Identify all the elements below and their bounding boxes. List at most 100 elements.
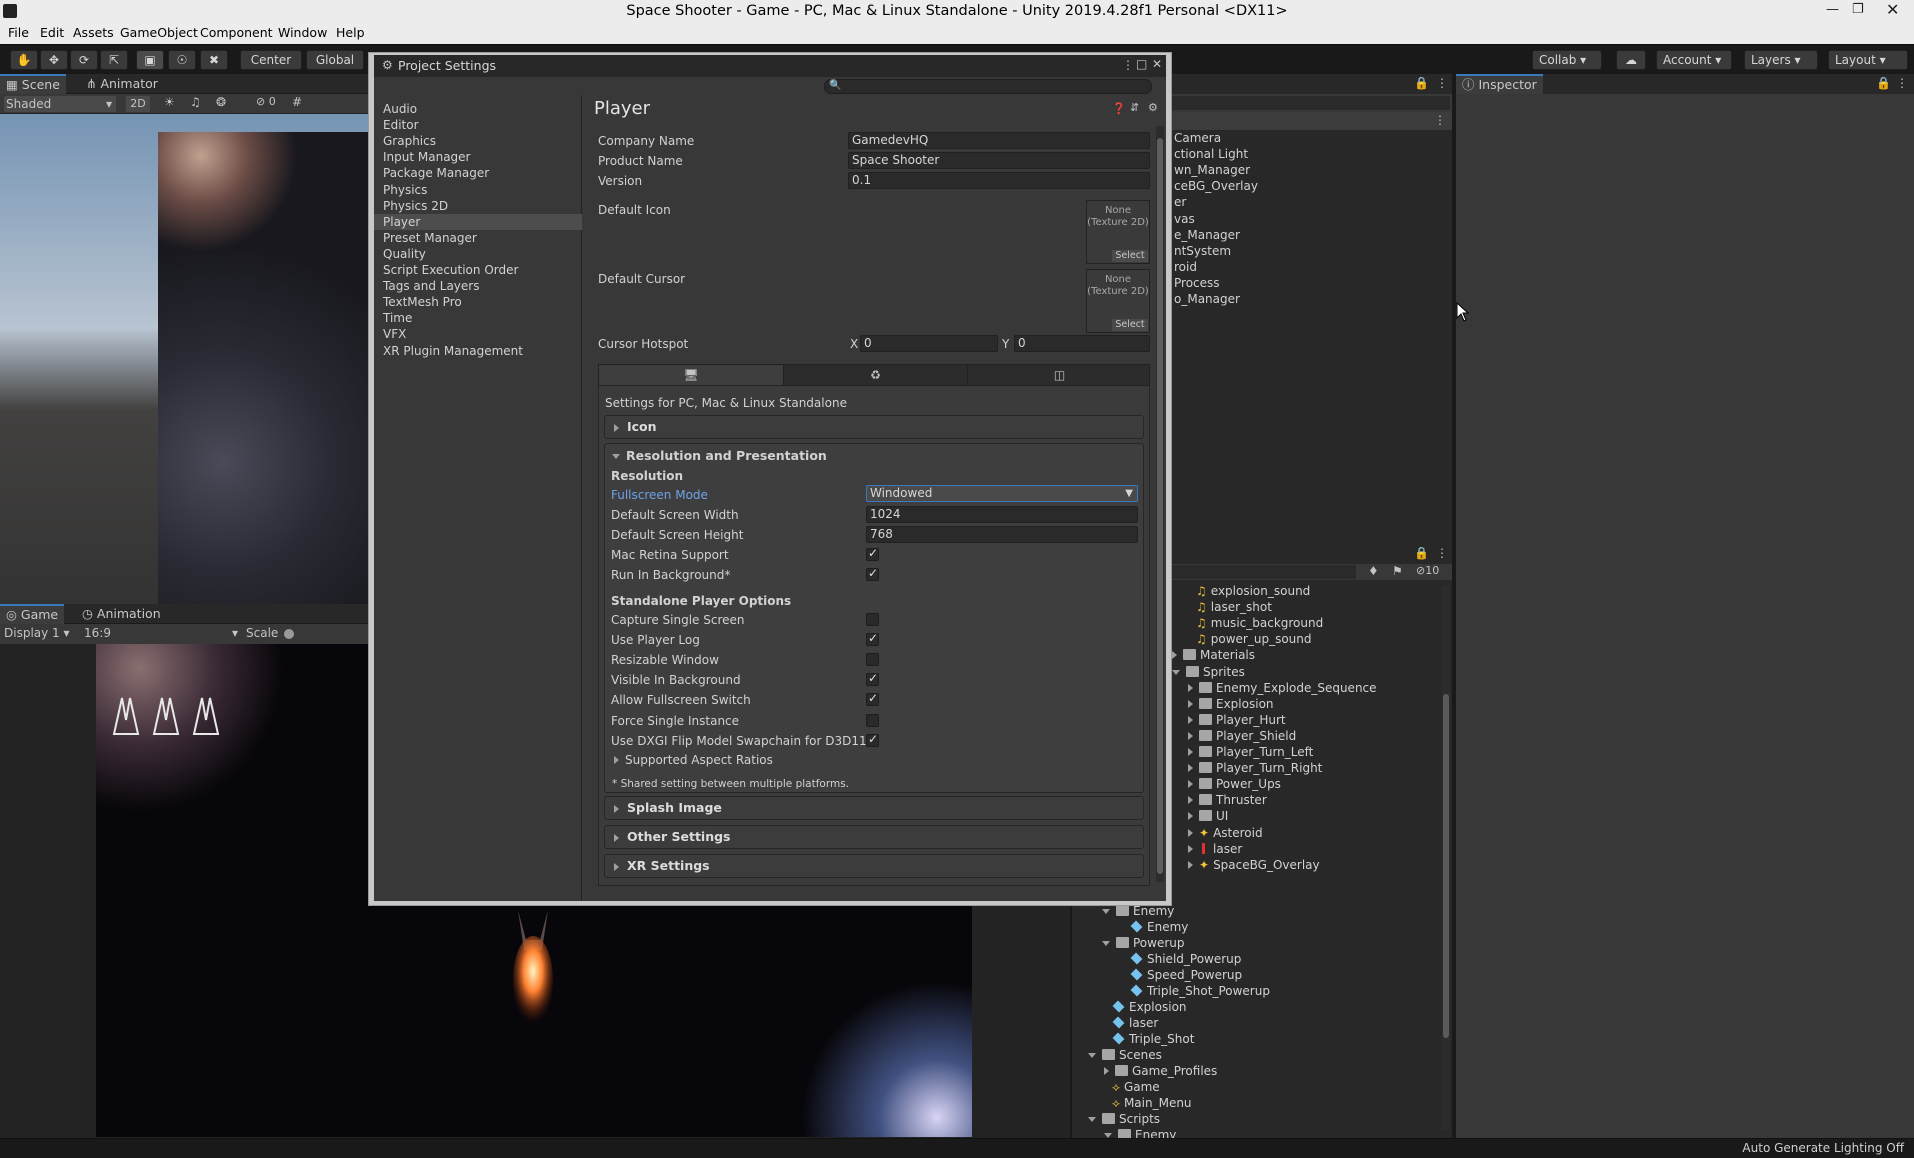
project-item[interactable]: Game_Profiles — [1104, 1063, 1217, 1079]
settings-category-vfx[interactable]: VFX — [383, 326, 406, 342]
kebab-menu-icon[interactable]: ⋮ — [1122, 58, 1134, 72]
hotspot-x-field[interactable]: 0 — [860, 335, 998, 352]
project-item[interactable]: ⟡ Game — [1112, 1079, 1160, 1095]
project-item[interactable]: laser — [1112, 1015, 1158, 1031]
icon-section-foldout[interactable]: Icon — [604, 415, 1144, 439]
custom-tool-icon[interactable]: ✖ — [200, 50, 228, 70]
standalone-option-checkbox[interactable] — [866, 613, 879, 626]
menu-help[interactable]: Help — [336, 25, 365, 40]
tab-pc-platform[interactable]: 🖥 — [599, 365, 783, 385]
hierarchy-item[interactable]: roid — [1174, 259, 1197, 275]
hierarchy-item[interactable]: Camera — [1174, 130, 1221, 146]
rotate-tool-icon[interactable]: ⟳ — [70, 50, 98, 70]
project-item[interactable]: Player_Turn_Right — [1188, 760, 1322, 776]
menu-component[interactable]: Component — [200, 25, 273, 40]
settings-category-textmesh-pro[interactable]: TextMesh Pro — [383, 294, 462, 310]
tab-scene[interactable]: ▦ Scene — [0, 74, 66, 94]
tab-animation[interactable]: ◷ Animation — [76, 604, 167, 624]
settings-category-preset-manager[interactable]: Preset Manager — [383, 230, 477, 246]
hotspot-y-field[interactable]: 0 — [1014, 335, 1150, 352]
supported-aspect-ratios-foldout[interactable]: Supported Aspect Ratios — [614, 752, 773, 768]
tab-game[interactable]: ◎ Game — [0, 604, 65, 624]
project-item[interactable]: Thruster — [1188, 792, 1267, 808]
settings-gear-icon[interactable]: ⚙ — [1148, 101, 1158, 114]
search-by-label-icon[interactable]: ⚑ — [1392, 564, 1403, 578]
project-item[interactable]: ⟡ Main_Menu — [1112, 1095, 1192, 1111]
collab-button[interactable]: Collab ▾ — [1532, 50, 1602, 70]
menu-assets[interactable]: Assets — [73, 25, 114, 40]
project-item[interactable]: Scenes — [1088, 1047, 1162, 1063]
close-window-icon[interactable]: ✕ — [1152, 57, 1162, 71]
hierarchy-item[interactable]: vas — [1174, 211, 1195, 227]
menu-window[interactable]: Window — [278, 25, 327, 40]
mac-retina-checkbox[interactable] — [866, 546, 879, 561]
tab-webgl-platform[interactable]: ◫ — [967, 365, 1151, 385]
hierarchy-item[interactable]: ctional Light — [1174, 146, 1248, 162]
transform-tool-icon[interactable]: ☉ — [168, 50, 196, 70]
other-settings-foldout[interactable]: Other Settings — [604, 825, 1144, 849]
hierarchy-item[interactable]: Process — [1174, 275, 1220, 291]
hierarchy-item[interactable]: e_Manager — [1174, 227, 1240, 243]
project-item[interactable]: Explosion — [1188, 696, 1274, 712]
project-item[interactable]: Enemy_Explode_Sequence — [1188, 680, 1377, 696]
settings-category-input-manager[interactable]: Input Manager — [383, 149, 471, 165]
default-icon-slot[interactable]: None (Texture 2D) Select — [1086, 200, 1150, 264]
project-item[interactable]: Player_Shield — [1188, 728, 1296, 744]
hand-tool-icon[interactable]: ✋ — [10, 50, 38, 70]
project-item[interactable]: ✦ SpaceBG_Overlay — [1188, 857, 1320, 873]
project-item[interactable]: ♫ music_background — [1196, 615, 1323, 631]
project-item[interactable]: Speed_Powerup — [1130, 967, 1242, 983]
scale-tool-icon[interactable]: ⇱ — [100, 50, 128, 70]
kebab-menu-icon[interactable]: ⋮ — [1436, 546, 1448, 560]
pivot-global-button[interactable]: Global — [306, 50, 364, 70]
project-scrollbar[interactable] — [1442, 586, 1450, 1130]
project-item[interactable]: ♫ laser_shot — [1196, 599, 1272, 615]
hierarchy-item[interactable]: er — [1174, 194, 1186, 210]
minimize-icon[interactable]: — — [1826, 2, 1839, 17]
effects-icon[interactable]: ❂ — [216, 95, 226, 109]
project-item[interactable]: Materials — [1172, 647, 1255, 663]
project-item[interactable]: Powerup — [1102, 935, 1185, 951]
settings-category-xr-plugin-management[interactable]: XR Plugin Management — [383, 343, 523, 359]
settings-scrollbar-thumb[interactable] — [1157, 138, 1163, 874]
project-item[interactable]: Explosion — [1112, 999, 1187, 1015]
settings-category-tags-and-layers[interactable]: Tags and Layers — [383, 278, 479, 294]
product-name-field[interactable]: Space Shooter — [848, 152, 1150, 169]
account-dropdown[interactable]: Account ▾ — [1656, 50, 1732, 70]
tab-inspector[interactable]: ⓘ Inspector — [1456, 74, 1543, 94]
lighting-icon[interactable]: ☀ — [164, 95, 175, 109]
settings-category-time[interactable]: Time — [383, 310, 412, 326]
version-field[interactable]: 0.1 — [848, 172, 1150, 189]
settings-category-quality[interactable]: Quality — [383, 246, 426, 262]
rect-tool-icon[interactable]: ▣ — [136, 50, 164, 70]
project-item[interactable]: ✦ Asteroid — [1188, 825, 1263, 841]
shading-dropdown[interactable]: Shaded ▾ — [4, 96, 116, 112]
settings-category-package-manager[interactable]: Package Manager — [383, 165, 489, 181]
lock-icon[interactable]: 🔒 — [1414, 76, 1429, 90]
run-in-background-checkbox[interactable] — [866, 566, 879, 581]
tab-android-platform[interactable]: ♻ — [783, 365, 967, 385]
project-item[interactable]: laser — [1188, 841, 1242, 857]
project-item[interactable]: Power_Ups — [1188, 776, 1281, 792]
project-item[interactable]: Player_Hurt — [1188, 712, 1286, 728]
presets-icon[interactable]: ⇵ — [1130, 101, 1139, 114]
move-tool-icon[interactable]: ✥ — [40, 50, 68, 70]
project-item[interactable]: Scripts — [1088, 1111, 1160, 1127]
settings-category-audio[interactable]: Audio — [383, 101, 417, 117]
project-settings-titlebar[interactable]: ⚙ Project Settings ⋮ □ ✕ — [374, 55, 1166, 77]
settings-category-script-execution-order[interactable]: Script Execution Order — [383, 262, 518, 278]
pivot-center-button[interactable]: Center — [240, 50, 302, 70]
hierarchy-item[interactable]: wn_Manager — [1174, 162, 1250, 178]
hierarchy-item[interactable]: ntSystem — [1174, 243, 1231, 259]
settings-category-physics-2d[interactable]: Physics 2D — [383, 198, 448, 214]
resolution-section-foldout[interactable]: Resolution and Presentation — [612, 448, 827, 464]
restore-icon[interactable]: ❐ — [1852, 2, 1864, 17]
layers-dropdown[interactable]: Layers ▾ — [1744, 50, 1818, 70]
hierarchy-item[interactable]: ceBG_Overlay — [1174, 178, 1258, 194]
standalone-option-checkbox[interactable] — [866, 732, 879, 747]
project-item[interactable]: Shield_Powerup — [1130, 951, 1241, 967]
project-item[interactable]: Sprites — [1172, 664, 1245, 680]
settings-category-physics[interactable]: Physics — [383, 182, 427, 198]
help-icon[interactable]: ❓ — [1112, 102, 1126, 115]
settings-search-input[interactable]: 🔍 — [824, 79, 1152, 94]
